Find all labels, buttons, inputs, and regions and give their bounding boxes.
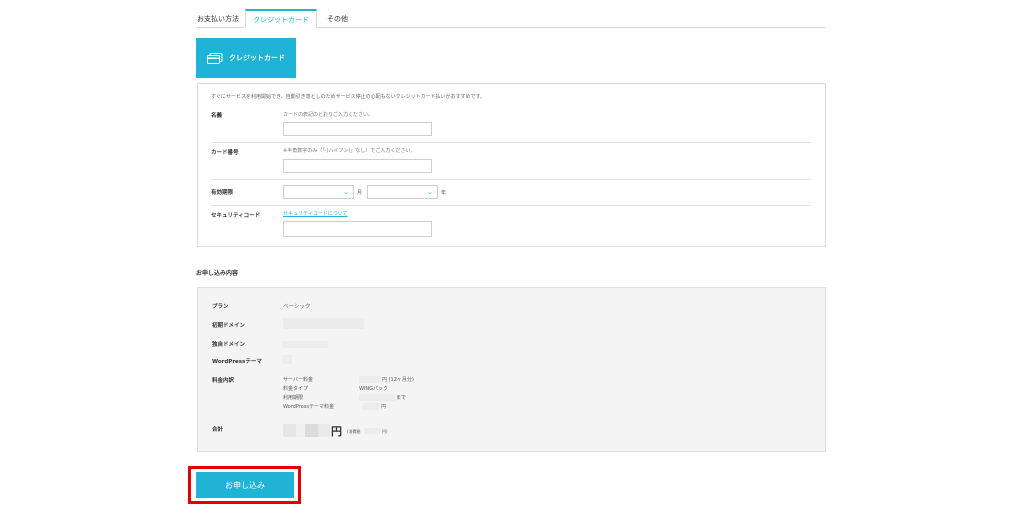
card-name-input[interactable] <box>283 122 432 136</box>
card-number-label: カード番号 <box>211 150 239 156</box>
card-number-hint: ※半角数字のみ（「-(ハイフン)」なし）でご入力ください。 <box>283 148 416 154</box>
fee-row-name: 利用期限 <box>283 395 304 401</box>
credit-card-icon <box>207 52 223 64</box>
tab-credit-card[interactable]: クレジットカード <box>245 9 317 28</box>
fee-row-name: サーバー料金 <box>283 377 313 383</box>
security-code-input[interactable] <box>283 221 432 237</box>
row-divider <box>211 179 811 180</box>
fee-redacted <box>359 394 395 401</box>
year-unit: 年 <box>441 190 447 196</box>
fee-redacted <box>363 403 379 410</box>
plan-value: ベーシック <box>283 304 311 310</box>
wp-theme-redacted <box>283 355 292 364</box>
fee-row-value: WINGパック <box>359 386 389 392</box>
tab-payment-method[interactable]: お支払い方法 <box>197 11 239 27</box>
tab-other[interactable]: その他 <box>327 11 348 27</box>
month-unit: 月 <box>357 190 363 196</box>
fee-row-value: まで <box>396 395 407 401</box>
expiry-month-select[interactable]: ⌄ <box>283 185 354 199</box>
card-form-intro: すぐにサービスを利用開始でき、自動引き落としのためサービス停止の心配もないクレジ… <box>211 94 486 100</box>
fee-redacted <box>359 376 381 383</box>
plan-label: プラン <box>212 304 229 310</box>
expiry-label: 有効期限 <box>211 190 234 196</box>
initial-domain-label: 初期ドメイン <box>212 323 246 329</box>
expiry-year-select[interactable]: ⌄ <box>367 185 438 199</box>
wp-theme-label: WordPressテーマ <box>212 359 262 365</box>
security-code-label: セキュリティコード <box>211 213 261 219</box>
total-redacted <box>283 424 296 437</box>
total-redacted <box>318 424 330 437</box>
fee-row-value: 円 (12ヶ月分) <box>382 377 414 383</box>
credit-card-method-label: クレジットカード <box>229 54 285 62</box>
row-divider <box>211 142 811 143</box>
security-code-help-link[interactable]: セキュリティコードについて <box>283 210 348 217</box>
fee-row-value: 円 <box>381 404 387 410</box>
total-redacted <box>305 424 318 437</box>
total-yen-unit: 円 <box>331 425 342 438</box>
own-domain-redacted <box>283 341 328 348</box>
chevron-down-icon: ⌄ <box>427 188 433 196</box>
fee-row-name: WordPressテーマ料金 <box>283 404 335 410</box>
name-hint: カードの表記のとおりご入力ください。 <box>283 112 374 118</box>
summary-title: お申し込み内容 <box>196 270 239 277</box>
chevron-down-icon: ⌄ <box>343 188 349 196</box>
total-redacted <box>296 424 305 437</box>
fee-breakdown-label: 料金内訳 <box>212 378 235 384</box>
submit-application-button[interactable]: お申し込み <box>196 472 294 498</box>
tax-prefix: (消費税 <box>347 429 361 434</box>
initial-domain-redacted <box>283 318 364 329</box>
credit-card-method-button[interactable]: クレジットカード <box>196 38 296 78</box>
own-domain-label: 独自ドメイン <box>212 342 246 348</box>
fee-row-name: 料金タイプ <box>283 386 309 392</box>
tax-suffix: 円) <box>382 429 388 434</box>
card-number-input[interactable] <box>283 159 432 173</box>
row-divider <box>211 205 811 206</box>
total-label: 合計 <box>212 427 224 433</box>
name-label: 名義 <box>211 113 223 119</box>
tax-redacted <box>364 428 381 434</box>
